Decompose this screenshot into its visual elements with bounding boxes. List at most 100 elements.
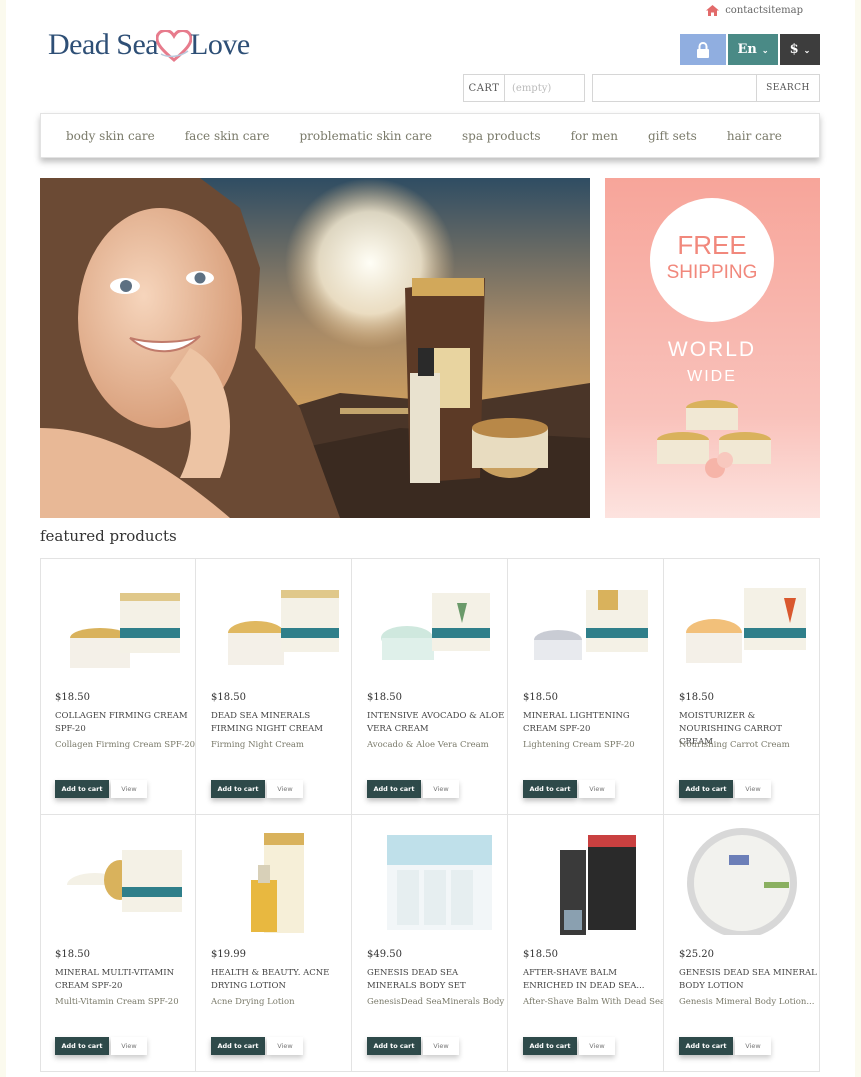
product-image[interactable] bbox=[362, 825, 498, 935]
product-name[interactable]: GENESIS DEAD SEA MINERALS BODY SET bbox=[367, 967, 505, 993]
nav-item-for-men[interactable]: for men bbox=[571, 129, 618, 143]
product-name[interactable]: MINERAL LIGHTENING CREAM SPF-20 bbox=[523, 710, 661, 736]
add-to-cart-button[interactable]: Add to cart bbox=[211, 1037, 265, 1055]
product-image[interactable] bbox=[362, 568, 498, 678]
add-to-cart-button[interactable]: Add to cart bbox=[523, 780, 577, 798]
product-image[interactable] bbox=[50, 568, 186, 678]
currency-selector[interactable]: $ ⌄ bbox=[780, 34, 820, 65]
heart-icon bbox=[156, 30, 192, 62]
view-button[interactable]: View bbox=[579, 780, 615, 798]
product-description: Lightening Cream SPF-20 bbox=[523, 740, 635, 750]
product-price: $18.50 bbox=[55, 692, 90, 703]
view-button[interactable]: View bbox=[423, 780, 459, 798]
product-name[interactable]: MINERAL MULTI-VITAMIN CREAM SPF-20 bbox=[55, 967, 193, 993]
product-card[interactable]: $18.50 MOISTURIZER & NOURISHING CARROT CR… bbox=[664, 558, 820, 815]
chevron-down-icon: ⌄ bbox=[761, 44, 769, 55]
add-to-cart-button[interactable]: Add to cart bbox=[211, 780, 265, 798]
product-description: Avocado & Aloe Vera Cream bbox=[367, 740, 489, 750]
product-card[interactable]: $18.50 MINERAL LIGHTENING CREAM SPF-20 Lig… bbox=[508, 558, 664, 815]
add-to-cart-button[interactable]: Add to cart bbox=[679, 780, 733, 798]
product-name[interactable]: INTENSIVE AVOCADO & ALOE VERA CREAM bbox=[367, 710, 505, 736]
product-image[interactable] bbox=[518, 825, 654, 935]
featured-products-heading: featured products bbox=[40, 527, 177, 545]
nav-item-face-skin-care[interactable]: face skin care bbox=[185, 129, 270, 143]
product-image[interactable] bbox=[518, 568, 654, 678]
add-to-cart-button[interactable]: Add to cart bbox=[55, 780, 109, 798]
product-card[interactable]: $25.20 GENESIS DEAD SEA MINERAL BODY LOTI… bbox=[664, 815, 820, 1072]
nav-item-spa-products[interactable]: spa products bbox=[462, 129, 541, 143]
product-name[interactable]: COLLAGEN FIRMING CREAM SPF-20 bbox=[55, 710, 193, 736]
add-to-cart-button[interactable]: Add to cart bbox=[367, 780, 421, 798]
product-description: Collagen Firming Cream SPF-20 bbox=[55, 740, 195, 750]
view-button[interactable]: View bbox=[111, 1037, 147, 1055]
currency-value: $ bbox=[789, 42, 799, 57]
add-to-cart-button[interactable]: Add to cart bbox=[679, 1037, 733, 1055]
view-button[interactable]: View bbox=[735, 1037, 771, 1055]
product-card[interactable]: $18.50 MINERAL MULTI-VITAMIN CREAM SPF-20… bbox=[40, 815, 196, 1072]
view-button[interactable]: View bbox=[267, 780, 303, 798]
product-card[interactable]: $18.50 AFTER-SHAVE BALM ENRICHED IN DEAD … bbox=[508, 815, 664, 1072]
language-selector[interactable]: En ⌄ bbox=[728, 34, 778, 65]
product-description: Firming Night Cream bbox=[211, 740, 304, 750]
search-input[interactable] bbox=[592, 74, 757, 102]
product-price: $19.99 bbox=[211, 949, 246, 960]
product-name[interactable]: HEALTH & BEAUTY. ACNE DRYING LOTION bbox=[211, 967, 349, 993]
product-card[interactable]: $18.50 INTENSIVE AVOCADO & ALOE VERA CREA… bbox=[352, 558, 508, 815]
free-shipping-banner[interactable]: FREE SHIPPING WORLD WIDE bbox=[605, 178, 820, 518]
nav-item-problematic-skin-care[interactable]: problematic skin care bbox=[299, 129, 432, 143]
product-description: Nourishing Carrot Cream bbox=[679, 740, 790, 750]
product-description: GenesisDead SeaMinerals Body Set bbox=[367, 997, 507, 1007]
nav-item-body-skin-care[interactable]: body skin care bbox=[66, 129, 155, 143]
product-description: Acne Drying Lotion bbox=[211, 997, 295, 1007]
top-links: contact sitemap bbox=[706, 5, 803, 16]
product-image[interactable] bbox=[674, 568, 810, 678]
main-nav: body skin care face skin care problemati… bbox=[40, 113, 820, 158]
product-name[interactable]: AFTER-SHAVE BALM ENRICHED IN DEAD SEA... bbox=[523, 967, 661, 993]
cart-label: CART bbox=[464, 75, 505, 101]
product-price: $18.50 bbox=[55, 949, 90, 960]
search-button[interactable]: SEARCH bbox=[756, 74, 820, 102]
view-button[interactable]: View bbox=[735, 780, 771, 798]
product-price: $18.50 bbox=[523, 692, 558, 703]
add-to-cart-button[interactable]: Add to cart bbox=[55, 1037, 109, 1055]
sitemap-link[interactable]: sitemap bbox=[763, 5, 803, 16]
product-description: Multi-Vitamin Cream SPF-20 bbox=[55, 997, 179, 1007]
product-image[interactable] bbox=[206, 825, 342, 935]
add-to-cart-button[interactable]: Add to cart bbox=[367, 1037, 421, 1055]
view-button[interactable]: View bbox=[111, 780, 147, 798]
site-logo[interactable]: Dead Sea Love bbox=[48, 28, 250, 68]
product-name[interactable]: GENESIS DEAD SEA MINERAL BODY LOTION bbox=[679, 967, 817, 993]
view-button[interactable]: View bbox=[579, 1037, 615, 1055]
contact-link[interactable]: contact bbox=[725, 5, 763, 16]
product-image[interactable] bbox=[50, 825, 186, 935]
product-name[interactable]: DEAD SEA MINERALS FIRMING NIGHT CREAM bbox=[211, 710, 349, 736]
product-card[interactable]: $18.50 COLLAGEN FIRMING CREAM SPF-20 Colla… bbox=[40, 558, 196, 815]
product-image[interactable] bbox=[206, 568, 342, 678]
home-icon[interactable] bbox=[706, 5, 720, 16]
add-to-cart-button[interactable]: Add to cart bbox=[523, 1037, 577, 1055]
product-card[interactable]: $18.50 DEAD SEA MINERALS FIRMING NIGHT CR… bbox=[196, 558, 352, 815]
nav-item-gift-sets[interactable]: gift sets bbox=[648, 129, 697, 143]
product-card[interactable]: $19.99 HEALTH & BEAUTY. ACNE DRYING LOTIO… bbox=[196, 815, 352, 1072]
logo-text-part2: Love bbox=[190, 28, 250, 61]
product-price: $18.50 bbox=[679, 692, 714, 703]
page-edge-left bbox=[0, 0, 6, 1077]
hero-banner[interactable] bbox=[40, 178, 590, 518]
promo-line-4: WIDE bbox=[687, 368, 737, 385]
product-description: After-Shave Balm With Dead Sea... bbox=[523, 997, 663, 1007]
page-edge-right bbox=[855, 0, 861, 1077]
product-price: $18.50 bbox=[523, 949, 558, 960]
cart-widget[interactable]: CART (empty) bbox=[463, 74, 585, 102]
login-button[interactable] bbox=[680, 34, 726, 65]
language-value: En bbox=[737, 42, 757, 57]
product-card[interactable]: $49.50 GENESIS DEAD SEA MINERALS BODY SET… bbox=[352, 815, 508, 1072]
view-button[interactable]: View bbox=[267, 1037, 303, 1055]
promo-background: FREE SHIPPING WORLD WIDE bbox=[605, 178, 820, 518]
product-image[interactable] bbox=[674, 825, 810, 935]
promo-line-1: FREE bbox=[677, 230, 746, 260]
nav-item-hair-care[interactable]: hair care bbox=[727, 129, 782, 143]
promo-line-3: WORLD bbox=[668, 338, 756, 361]
product-price: $25.20 bbox=[679, 949, 714, 960]
view-button[interactable]: View bbox=[423, 1037, 459, 1055]
product-grid: $18.50 COLLAGEN FIRMING CREAM SPF-20 Colla… bbox=[40, 558, 820, 1072]
